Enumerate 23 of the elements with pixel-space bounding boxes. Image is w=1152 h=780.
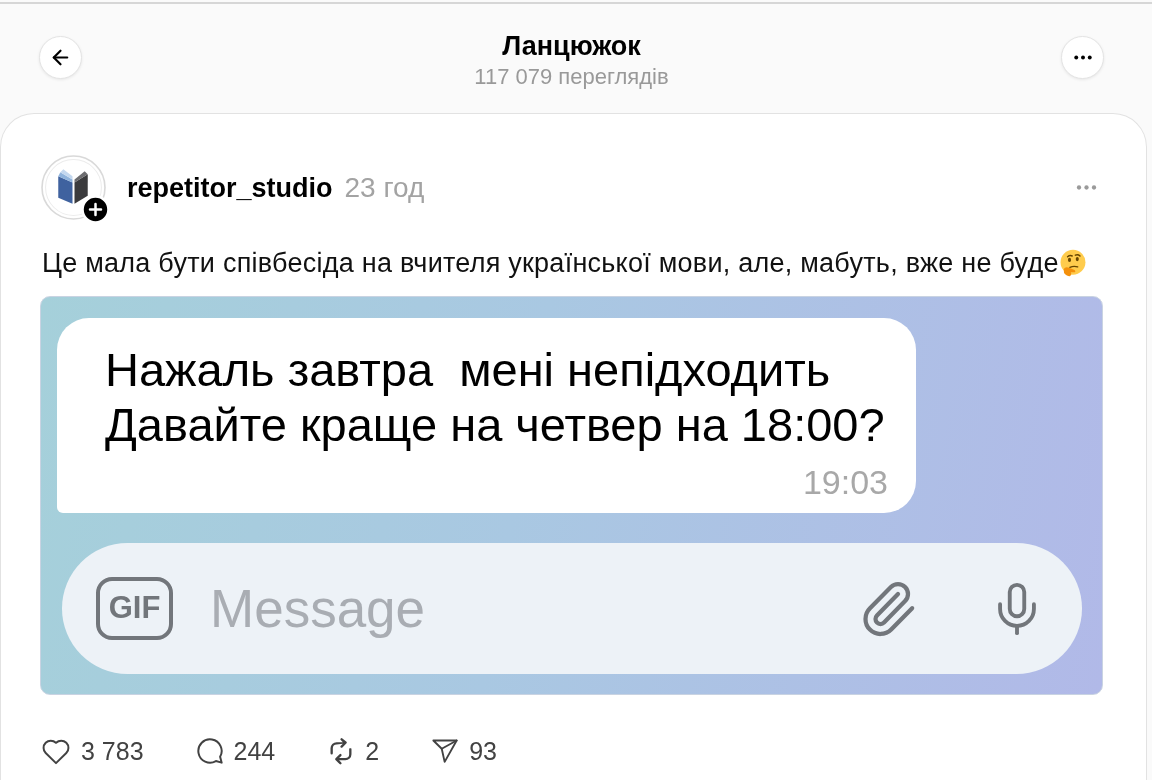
share-action-button[interactable]: 93: [431, 736, 497, 766]
paper-plane-icon: [431, 738, 460, 764]
message-time: 19:03: [802, 462, 888, 502]
more-options-button[interactable]: [1061, 36, 1104, 79]
repost-action-button[interactable]: 2: [327, 736, 380, 766]
heart-icon: [41, 737, 71, 765]
more-icon: [1073, 55, 1092, 60]
speech-bubble-icon: [195, 737, 224, 765]
like-action-button[interactable]: 3 783: [41, 736, 144, 766]
message-input[interactable]: Message: [210, 577, 858, 640]
comment-action-button[interactable]: 244: [195, 736, 276, 766]
back-button[interactable]: [39, 36, 82, 79]
gif-button[interactable]: GIF: [96, 577, 173, 640]
follow-plus-icon[interactable]: [81, 195, 110, 224]
more-icon: [1074, 185, 1098, 190]
thinking-face-icon: [1058, 249, 1087, 277]
author-username[interactable]: repetitor_studio: [127, 171, 333, 204]
post-time: 23 год: [344, 171, 425, 204]
message-input-bar[interactable]: GIF Message: [62, 543, 1082, 674]
post-text: Це мала бути співбесіда на вчителя української мови, але, мабуть, вже не буде: [42, 247, 1059, 280]
view-count: 117 079 переглядів: [474, 64, 669, 90]
message-text: Нажаль завтра мені непідходить Давайте краще на четвер на 18:00?: [105, 342, 886, 452]
thread-title: Ланцюжок: [502, 30, 641, 62]
